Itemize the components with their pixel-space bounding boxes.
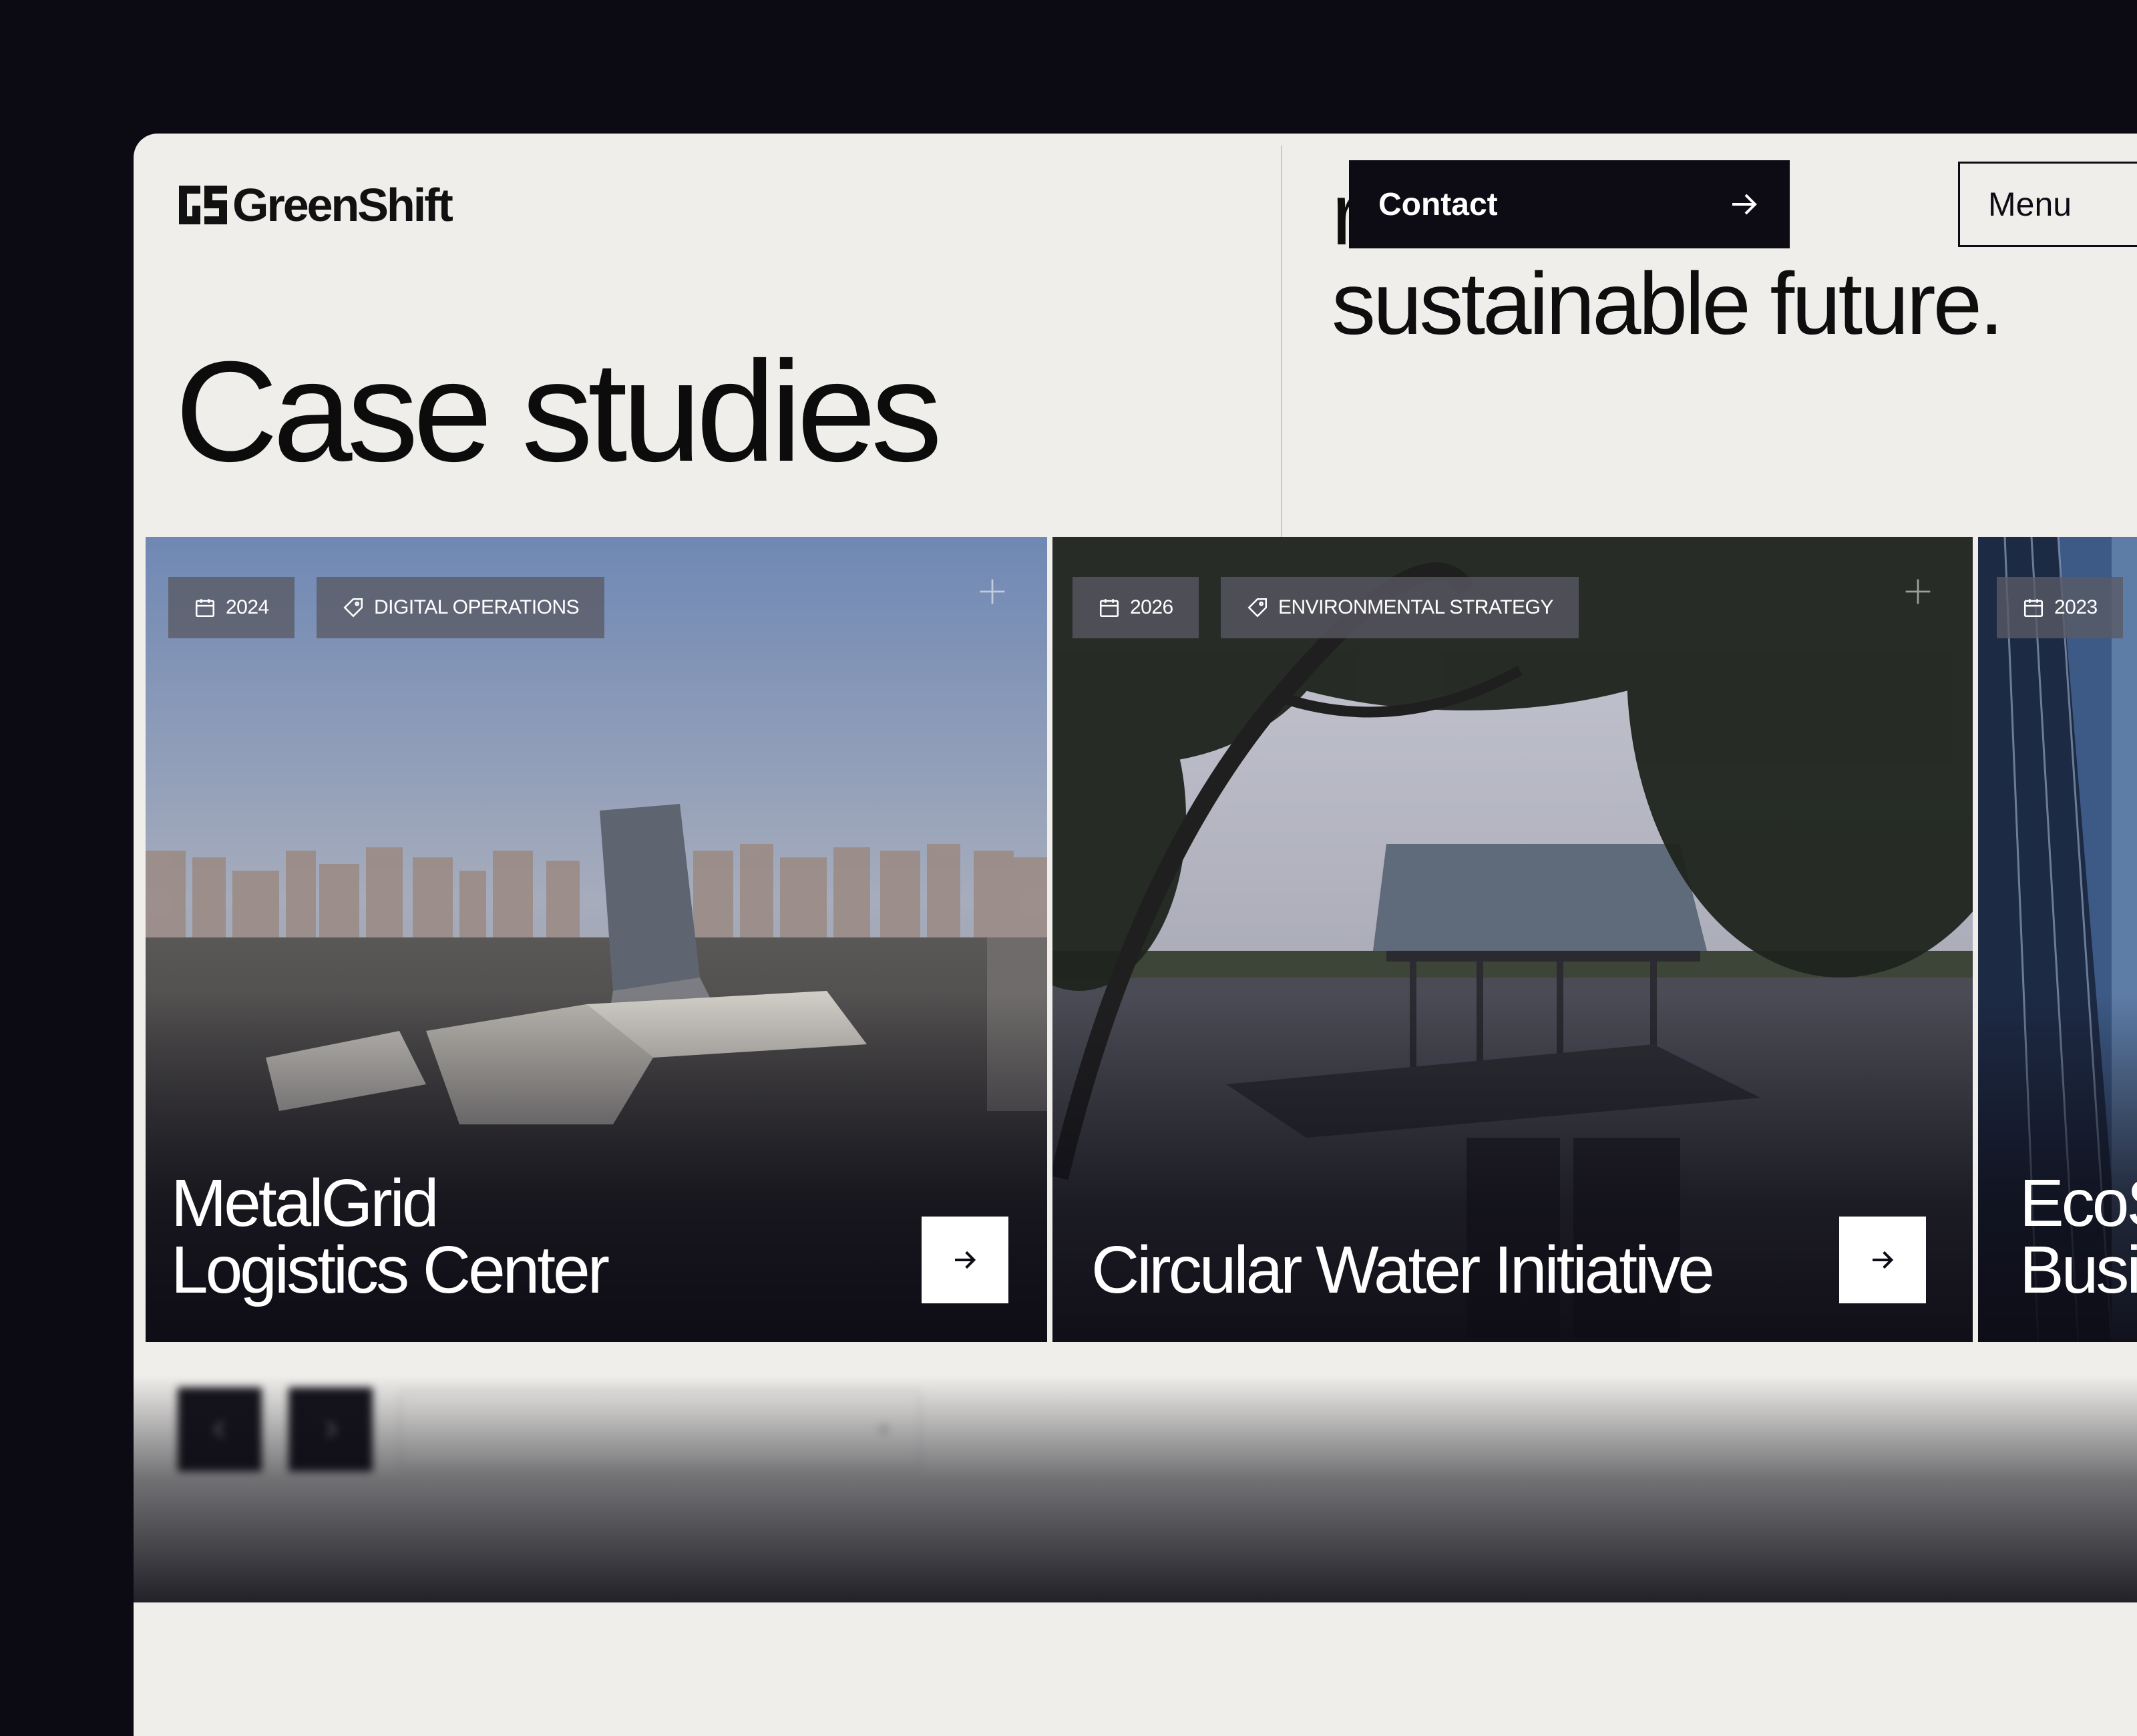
card-title-line: EcoS <box>2019 1166 2137 1241</box>
case-study-card[interactable]: 2023 EcoS Busi <box>1978 537 2137 1342</box>
card-title-line: MetalGrid <box>171 1166 439 1241</box>
category-chip: ENVIRONMENTAL STRATEGY <box>1221 577 1579 638</box>
column-divider <box>1281 146 1282 538</box>
year-chip: 2024 <box>168 577 295 638</box>
brand-name: GreenShift <box>232 179 453 231</box>
card-title-line: Busi <box>2019 1233 2137 1307</box>
arrow-right-icon <box>1873 1251 1894 1269</box>
website-page: GreenShift Case studies resil sustainabl… <box>134 134 2137 1736</box>
plus-icon[interactable] <box>1903 577 1933 606</box>
contact-button[interactable]: Contact <box>1349 160 1790 248</box>
filter-field-text <box>428 1415 435 1445</box>
year-label: 2024 <box>226 596 269 618</box>
next-button[interactable] <box>288 1387 373 1472</box>
carousel-controls: + <box>178 1387 920 1472</box>
year-chip: 2023 <box>1997 577 2123 638</box>
brand-logo[interactable]: GreenShift <box>178 179 453 231</box>
gs-monogram-icon <box>179 186 227 224</box>
tag-icon <box>343 598 363 618</box>
card-title: MetalGrid Logistics Center <box>171 1166 610 1307</box>
menu-button[interactable]: Menu <box>1958 162 2137 247</box>
year-label: 2026 <box>1130 596 1173 618</box>
contact-button-label: Contact <box>1378 186 1498 222</box>
case-study-card[interactable]: 2024 DIGITAL OPERATIONS MetalGrid Logist… <box>146 537 1047 1342</box>
menu-button-label: Menu <box>1988 186 2072 223</box>
category-label: DIGITAL OPERATIONS <box>374 596 580 618</box>
card-title-line: Logistics Center <box>171 1233 610 1307</box>
tag-icon <box>1247 598 1268 618</box>
filter-field[interactable]: + <box>399 1391 920 1468</box>
arrow-right-icon <box>1732 194 1757 215</box>
calendar-icon <box>195 599 215 618</box>
calendar-icon <box>1099 599 1119 618</box>
open-case-study-button[interactable] <box>922 1217 1008 1303</box>
chevron-right-icon <box>326 1421 337 1438</box>
arrow-right-icon <box>955 1251 976 1269</box>
case-study-card[interactable]: 2026 ENVIRONMENTAL STRATEGY Circular Wat… <box>1052 537 1973 1342</box>
plus-icon: + <box>876 1414 892 1444</box>
previous-button[interactable] <box>178 1387 262 1472</box>
card-title: EcoS Busi <box>2019 1170 2137 1303</box>
card-title-line: Circular Water Initiative <box>1091 1233 1715 1307</box>
open-case-study-button[interactable] <box>1839 1217 1926 1303</box>
card-title: Circular Water Initiative <box>1091 1233 1715 1307</box>
page-title: Case studies <box>175 332 942 491</box>
plus-icon[interactable] <box>978 577 1007 606</box>
calendar-icon <box>2023 599 2044 618</box>
category-label: ENVIRONMENTAL STRATEGY <box>1278 596 1553 618</box>
chevron-left-icon <box>213 1421 224 1438</box>
category-chip: DIGITAL OPERATIONS <box>317 577 605 638</box>
year-label: 2023 <box>2054 596 2098 618</box>
year-chip: 2026 <box>1073 577 1199 638</box>
tagline-line-2: sustainable future. <box>1332 254 2004 353</box>
